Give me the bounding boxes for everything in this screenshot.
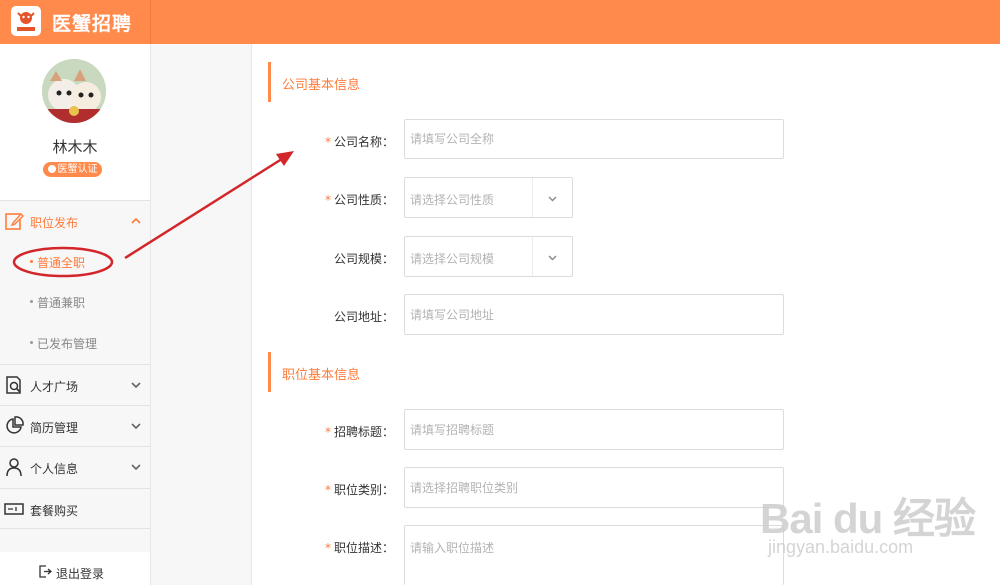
sidebar-subitem-parttime[interactable]: 普通兼职: [0, 282, 150, 322]
sidebar-item-package-purchase[interactable]: 套餐购买: [0, 488, 150, 529]
content-gutter: [151, 44, 252, 585]
section-title-text: 公司基本信息: [282, 78, 361, 93]
company-scale-label: 公司规模：: [294, 250, 394, 267]
sidebar: 林木木 医蟹认证 职位发布 普通全职 普通兼职 已发布管理 人才广场 简历管理 …: [0, 44, 151, 585]
sidebar-subitem-fulltime[interactable]: 普通全职: [0, 242, 150, 282]
top-header: 医蟹招聘: [0, 0, 1000, 44]
sidebar-subitem-label: 普通全职: [37, 256, 86, 270]
company-name-field[interactable]: [404, 119, 784, 159]
sidebar-subitem-label: 普通兼职: [37, 296, 86, 310]
edit-icon: [5, 212, 24, 230]
brand-area[interactable]: 医蟹招聘: [0, 0, 151, 44]
sidebar-item-label: 套餐购买: [30, 504, 79, 518]
job-category-input[interactable]: [410, 468, 780, 507]
chevron-down-icon: [548, 255, 557, 261]
profile-card: 林木木 医蟹认证: [0, 44, 150, 200]
job-title-field[interactable]: [404, 409, 784, 450]
logout-label: 退出登录: [56, 567, 105, 581]
chevron-down-icon: [548, 196, 557, 202]
job-description-field[interactable]: [404, 525, 784, 585]
verified-badge: 医蟹认证: [43, 162, 102, 177]
crab-logo-icon: [11, 6, 41, 36]
sidebar-subitem-published[interactable]: 已发布管理: [0, 323, 150, 363]
label-text: 公司规模：: [333, 252, 394, 266]
select-caret[interactable]: [532, 178, 572, 217]
job-category-field[interactable]: [404, 467, 784, 508]
job-category-label: * 职位类别：: [294, 481, 394, 498]
watermark-logo: Bai du 经验: [760, 495, 976, 542]
label-text: 职位描述：: [333, 541, 394, 555]
company-nature-select[interactable]: 请选择公司性质: [404, 177, 573, 218]
sidebar-item-label: 简历管理: [30, 421, 79, 435]
section-title-company: 公司基本信息: [268, 62, 468, 102]
bullet-dot: [30, 260, 33, 263]
section-title-text: 职位基本信息: [282, 368, 361, 383]
sidebar-item-label: 职位发布: [30, 216, 79, 230]
company-name-label: * 公司名称：: [294, 133, 394, 150]
watermark-url: jingyan.baidu.com: [768, 537, 914, 557]
label-text: 公司性质：: [333, 193, 394, 207]
chevron-down-icon: [131, 382, 141, 389]
required-mark: *: [324, 425, 331, 439]
select-caret[interactable]: [532, 237, 572, 276]
company-address-label: 公司地址：: [294, 308, 394, 325]
user-name: 林木木: [52, 138, 98, 156]
brand-name: 医蟹招聘: [52, 13, 133, 35]
required-mark: *: [324, 541, 331, 555]
chevron-down-icon: [131, 464, 141, 471]
logout-icon: [39, 565, 52, 578]
job-description-label: * 职位描述：: [294, 539, 394, 556]
company-name-input[interactable]: [410, 120, 780, 158]
section-title-job: 职位基本信息: [268, 352, 468, 392]
verified-badge-label: 医蟹认证: [57, 164, 98, 175]
logout-button[interactable]: 退出登录: [0, 552, 150, 585]
chevron-up-icon: [131, 217, 141, 224]
label-text: 招聘标题：: [333, 425, 394, 439]
job-title-label: * 招聘标题：: [294, 423, 394, 440]
bullet-dot: [30, 341, 33, 344]
label-text: 职位类别：: [333, 483, 394, 497]
company-scale-select[interactable]: 请选择公司规模: [404, 236, 573, 277]
required-mark: *: [324, 483, 331, 497]
job-description-textarea[interactable]: [410, 526, 780, 584]
pie-chart-icon: [6, 416, 24, 434]
select-placeholder: 请选择公司规模: [410, 252, 495, 266]
job-title-input[interactable]: [410, 410, 780, 449]
label-text: 公司地址：: [333, 310, 394, 324]
sidebar-item-talent-square[interactable]: 人才广场: [0, 364, 150, 405]
company-address-field[interactable]: [404, 294, 784, 335]
shield-icon: [47, 165, 56, 173]
sidebar-item-resume-manage[interactable]: 简历管理: [0, 405, 150, 446]
label-text: 公司名称：: [333, 135, 394, 149]
sidebar-item-job-post[interactable]: 职位发布: [0, 200, 150, 241]
sidebar-item-personal-info[interactable]: 个人信息: [0, 446, 150, 487]
bullet-dot: [30, 300, 33, 303]
resume-search-icon: [6, 376, 21, 394]
sidebar-item-label: 个人信息: [30, 462, 79, 476]
baidu-watermark: Bai du 经验 jingyan.baidu.com: [760, 475, 990, 575]
sidebar-item-label: 人才广场: [30, 380, 79, 394]
select-placeholder: 请选择公司性质: [410, 193, 495, 207]
company-nature-label: * 公司性质：: [294, 191, 394, 208]
avatar[interactable]: [42, 59, 106, 123]
ticket-icon: [4, 503, 24, 515]
required-mark: *: [324, 135, 331, 149]
sidebar-subitem-label: 已发布管理: [37, 337, 98, 351]
required-mark: *: [324, 193, 331, 207]
arrow-head-icon: [276, 151, 294, 166]
user-icon: [6, 458, 22, 477]
company-address-input[interactable]: [410, 295, 780, 334]
chevron-down-icon: [131, 423, 141, 430]
